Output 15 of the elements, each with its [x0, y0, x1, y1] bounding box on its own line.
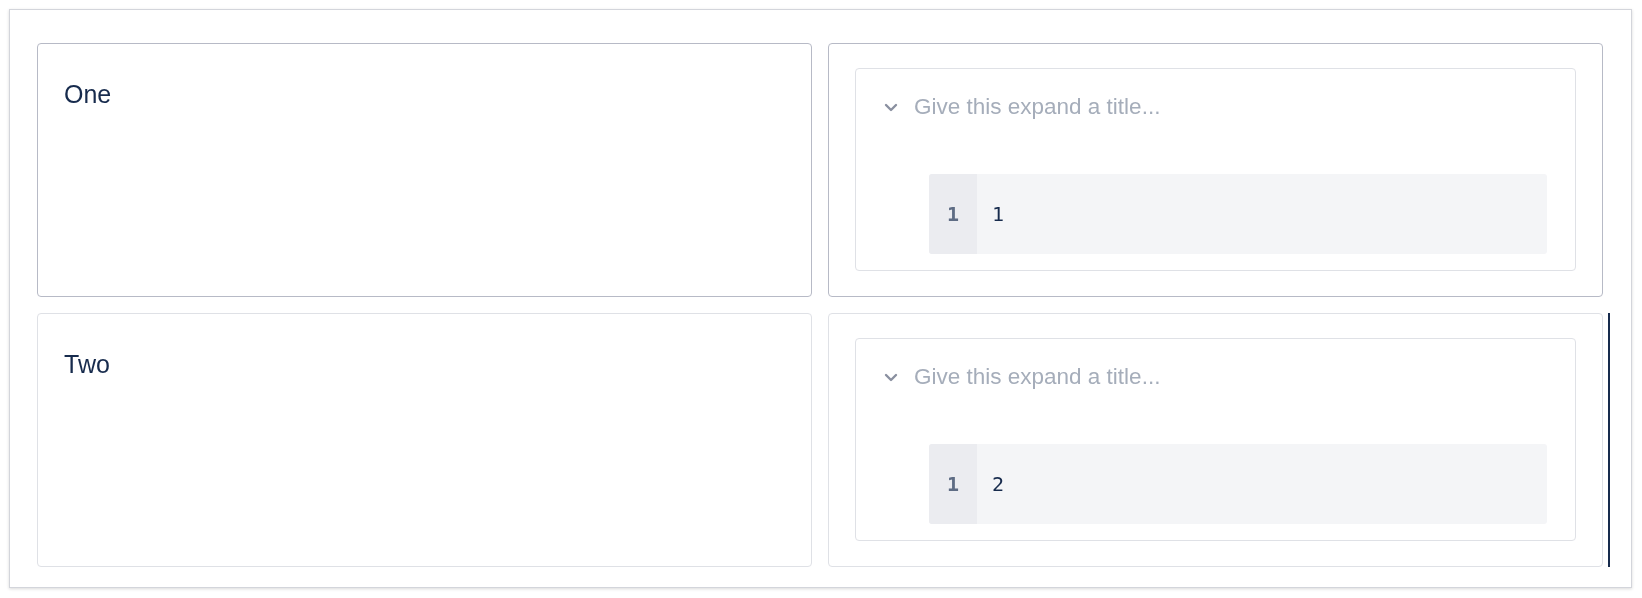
line-number: 1 — [929, 444, 977, 524]
code-text: 1 — [991, 202, 1005, 226]
expand-title-field[interactable]: Give this expand a title... — [914, 94, 1414, 120]
table-cell[interactable]: Give this expand a title... 1 2 — [828, 313, 1603, 567]
cell-text: One — [64, 80, 112, 109]
expand-title-field[interactable]: Give this expand a title... — [914, 364, 1414, 390]
column-resize-handle[interactable] — [1608, 313, 1610, 567]
table-cell[interactable]: Give this expand a title... 1 1 — [828, 43, 1603, 297]
code-text: 2 — [991, 472, 1005, 496]
table-cell[interactable]: One — [37, 43, 812, 297]
chevron-down-icon[interactable] — [884, 102, 898, 112]
line-number: 1 — [929, 174, 977, 254]
cell-text: Two — [64, 350, 110, 379]
chevron-down-icon[interactable] — [884, 372, 898, 382]
table-cell[interactable]: Two — [37, 313, 812, 567]
